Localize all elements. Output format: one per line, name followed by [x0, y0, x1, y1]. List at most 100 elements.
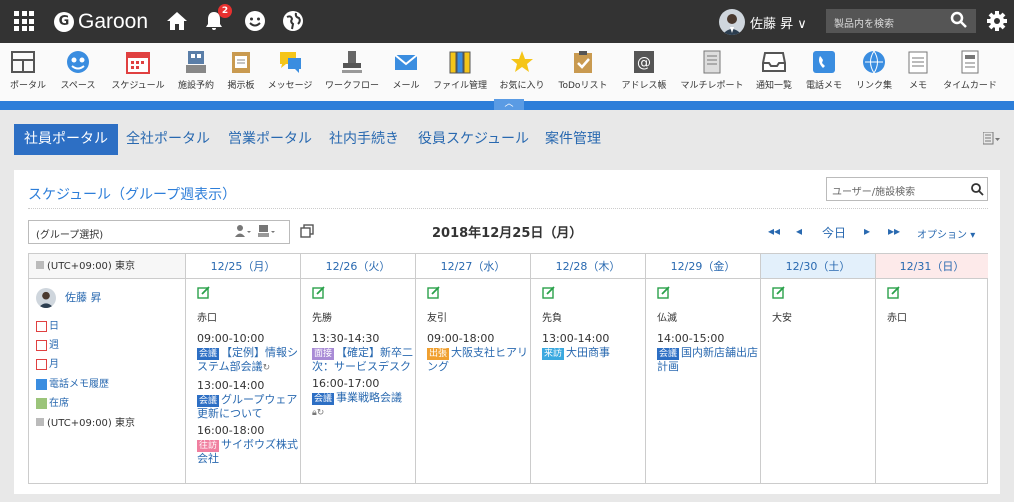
report-icon	[703, 50, 721, 74]
edit-icon[interactable]	[772, 286, 785, 299]
top-bar: G Garoon 2 佐藤 昇 ∨ 製品内を検索	[0, 0, 1014, 43]
next-week-icon[interactable]: ▸▸	[888, 224, 900, 238]
event-item[interactable]: 09:00-10:00 会議 【定例】情報システム部会議↻	[197, 332, 300, 375]
tab-executive-schedule[interactable]: 役員スケジュール	[408, 124, 539, 155]
day-cell[interactable]: 先負 13:00-14:00 来訪 大田商事	[531, 279, 646, 483]
user-facility-search-input[interactable]: ユーザー/施設検索	[826, 177, 988, 201]
collapse-toggle[interactable]: ︿	[494, 99, 524, 110]
app-timecard[interactable]: タイムカード	[942, 49, 998, 91]
app-message[interactable]: メッセージ	[266, 49, 314, 91]
day-header[interactable]: 12/29（金）	[646, 254, 761, 279]
month-view-link[interactable]: 月	[36, 355, 59, 370]
app-address[interactable]: @ アドレス帳	[620, 49, 668, 91]
day-cell[interactable]: 先勝 13:30-14:30 面接 【確定】新卒二次：サービスデスク 16:00-1…	[301, 279, 416, 483]
day-cell[interactable]: 赤口 09:00-10:00 会議 【定例】情報システム部会議↻ 13:00-14:…	[186, 279, 301, 483]
app-links[interactable]: リンク集	[854, 49, 894, 91]
event-item[interactable]: 16:00-17:00 会議 事業戦略会議 🔒︎↻	[312, 377, 415, 420]
garoon-logo[interactable]: G Garoon	[54, 9, 148, 35]
app-report[interactable]: マルチレポート	[680, 49, 744, 91]
tab-project-management[interactable]: 案件管理	[535, 124, 611, 155]
tab-company-portal[interactable]: 全社ポータル	[116, 124, 220, 155]
app-memo[interactable]: メモ	[904, 49, 932, 91]
globe-icon[interactable]	[281, 9, 305, 33]
day-cell[interactable]: 友引 09:00-18:00 出張 大阪支社ヒアリング	[416, 279, 531, 483]
rokuyo: 赤口	[887, 313, 907, 324]
edit-icon[interactable]	[427, 286, 440, 299]
app-bulletin[interactable]: 掲示板	[225, 49, 257, 91]
edit-icon[interactable]	[312, 286, 325, 299]
app-schedule[interactable]: スケジュール	[108, 49, 168, 91]
event-item[interactable]: 16:00-18:00 往訪 サイボウズ株式会社	[197, 424, 300, 465]
event-tag: 会議	[657, 348, 680, 360]
day-header[interactable]: 12/28（木）	[531, 254, 646, 279]
app-mail[interactable]: メール	[390, 49, 422, 91]
user-name[interactable]: 佐藤 昇 ∨	[750, 13, 807, 32]
timezone-header: (UTC+09:00) 東京	[29, 254, 186, 279]
user-name-link[interactable]: 佐藤 昇	[65, 289, 102, 305]
search-icon[interactable]	[971, 183, 984, 196]
event-time: 13:00-14:00	[197, 379, 265, 392]
event-item[interactable]: 14:00-15:00 会議 国内新店舗出店計画	[657, 332, 760, 373]
options-menu[interactable]: オプション ▾	[917, 226, 975, 241]
event-item[interactable]: 09:00-18:00 出張 大阪支社ヒアリング	[427, 332, 530, 373]
tab-sales-portal[interactable]: 営業ポータル	[218, 124, 322, 155]
app-label: 通知一覧	[755, 81, 792, 91]
app-space[interactable]: スペース	[58, 49, 98, 91]
day-view-link[interactable]: 日	[36, 317, 59, 332]
tab-employee-portal[interactable]: 社員ポータル	[14, 124, 118, 155]
app-phone-memo[interactable]: 電話メモ	[804, 49, 844, 91]
week-view-link[interactable]: 週	[36, 336, 59, 351]
user-timezone: (UTC+09:00) 東京	[36, 414, 135, 429]
phone-memo-history-link[interactable]: 電話メモ履歴	[36, 375, 109, 390]
day-header-sunday[interactable]: 12/31（日）	[876, 254, 988, 279]
app-notifications[interactable]: 通知一覧	[754, 49, 794, 91]
today-button[interactable]: 今日	[822, 224, 846, 241]
day-header-saturday[interactable]: 12/30（土）	[761, 254, 876, 279]
day-header[interactable]: 12/27（水）	[416, 254, 531, 279]
app-label: マルチレポート	[680, 81, 744, 91]
day-header[interactable]: 12/26（火）	[301, 254, 416, 279]
event-tag: 会議	[197, 395, 220, 407]
prev-day-icon[interactable]: ◂	[796, 224, 802, 238]
app-label: ワークフロー	[324, 81, 379, 91]
app-label: ポータル	[10, 81, 47, 91]
app-workflow[interactable]: ワークフロー	[324, 49, 380, 91]
day-cell[interactable]: 仏滅 14:00-15:00 会議 国内新店舗出店計画	[646, 279, 761, 483]
app-todo[interactable]: ToDoリスト	[558, 49, 608, 91]
tab-internal-procedures[interactable]: 社内手続き	[319, 124, 409, 155]
timezone-text: (UTC+09:00) 東京	[47, 261, 136, 272]
edit-icon[interactable]	[197, 286, 210, 299]
next-day-icon[interactable]: ▸	[864, 224, 870, 238]
edit-icon[interactable]	[542, 286, 555, 299]
edit-icon[interactable]	[887, 286, 900, 299]
edit-icon[interactable]	[657, 286, 670, 299]
app-grid-icon[interactable]	[14, 11, 34, 31]
user-select-icon[interactable]	[235, 225, 251, 237]
day-cell[interactable]: 赤口	[876, 279, 988, 483]
search-icon[interactable]	[950, 11, 968, 29]
copy-icon[interactable]	[300, 224, 314, 238]
app-facility[interactable]: 施設予約	[176, 49, 216, 91]
home-icon[interactable]	[165, 9, 189, 33]
link-label: 週	[49, 340, 59, 351]
prev-week-icon[interactable]: ◂◂	[768, 224, 780, 238]
schedule-title[interactable]: スケジュール（グループ週表示）	[28, 184, 236, 204]
app-portal[interactable]: ポータル	[10, 49, 46, 91]
app-favorites[interactable]: お気に入り	[498, 49, 546, 91]
app-label: アドレス帳	[621, 81, 667, 91]
event-item[interactable]: 13:30-14:30 面接 【確定】新卒二次：サービスデスク	[312, 332, 415, 373]
presence-link[interactable]: 在席	[36, 394, 69, 409]
day-cell[interactable]: 大安	[761, 279, 876, 483]
event-item[interactable]: 13:00-14:00 来訪 大田商事	[542, 332, 645, 360]
gear-icon[interactable]	[986, 10, 1008, 32]
smiley-icon[interactable]	[243, 9, 267, 33]
app-label: 掲示板	[227, 81, 255, 91]
user-avatar[interactable]	[719, 9, 745, 35]
day-header[interactable]: 12/25（月）	[186, 254, 301, 279]
chevron-up-icon: ︿	[504, 99, 514, 109]
app-file[interactable]: ファイル管理	[431, 49, 489, 91]
link-label: 電話メモ履歴	[49, 379, 109, 390]
facility-select-icon[interactable]	[258, 225, 275, 237]
event-item[interactable]: 13:00-14:00 会議 グループウェア更新について	[197, 379, 300, 420]
list-menu-icon[interactable]	[983, 132, 1001, 146]
